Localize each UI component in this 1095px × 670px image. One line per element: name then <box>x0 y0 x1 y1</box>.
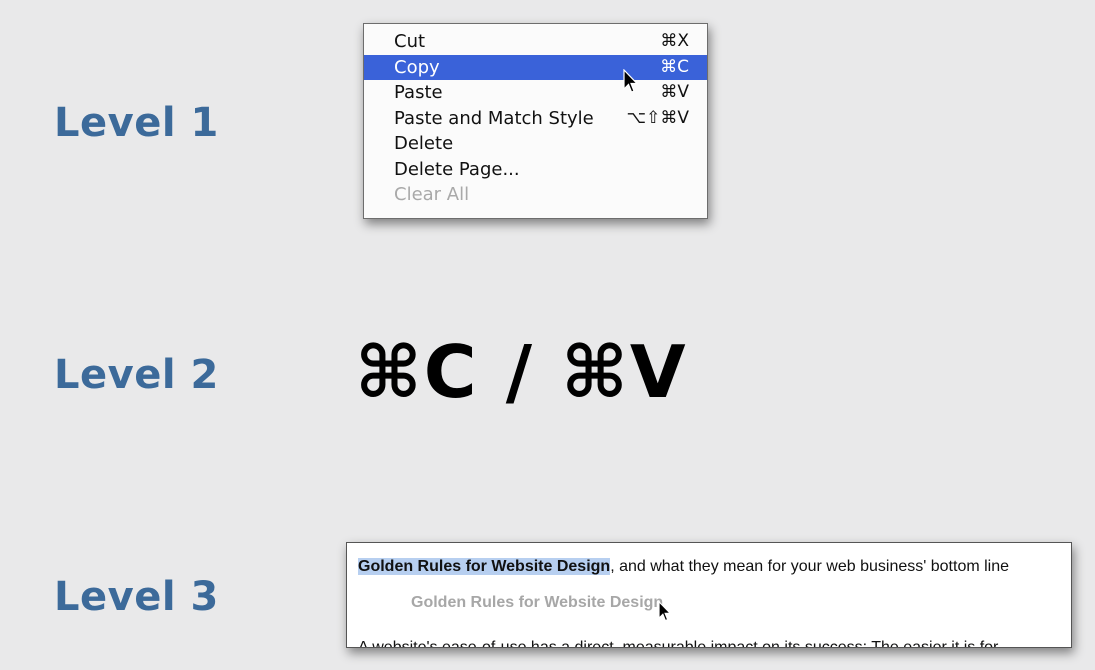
level-1-label: Level 1 <box>54 100 219 146</box>
selected-text[interactable]: Golden Rules for Website Design <box>358 558 611 575</box>
menu-item-label: Delete Page... <box>394 158 520 180</box>
document-editor[interactable]: Golden Rules for Website Design, and wha… <box>346 542 1072 648</box>
heading-rest-text: , and what they mean for your web busine… <box>610 558 1010 575</box>
level-2-label: Level 2 <box>54 352 219 398</box>
document-paragraph: A website's ease-of-use has a direct, me… <box>358 639 999 648</box>
menu-item-shortcut: ⌘V <box>660 82 689 102</box>
menu-item-label: Cut <box>394 31 426 52</box>
menu-item-shortcut: ⌘C <box>660 56 689 77</box>
menu-item-clear-all: Clear All <box>364 182 707 208</box>
menu-item-copy[interactable]: Copy ⌘C <box>364 54 707 80</box>
menu-item-label: Delete <box>394 133 454 154</box>
edit-context-menu: Cut ⌘X Copy ⌘C Paste ⌘V Paste and Match … <box>363 23 708 219</box>
document-heading-line[interactable]: Golden Rules for Website Design, and wha… <box>358 556 1058 578</box>
menu-item-paste[interactable]: Paste ⌘V <box>364 80 707 106</box>
menu-item-delete-page[interactable]: Delete Page... <box>364 157 707 183</box>
menu-item-label: Clear All <box>394 184 470 205</box>
menu-item-label: Paste and Match Style <box>394 107 594 129</box>
menu-item-shortcut: ⌥⇧⌘V <box>626 107 689 128</box>
menu-item-cut[interactable]: Cut ⌘X <box>364 29 707 55</box>
menu-item-delete[interactable]: Delete <box>364 131 707 157</box>
arrow-cursor-icon <box>658 601 672 622</box>
menu-item-shortcut: ⌘X <box>660 31 689 51</box>
arrow-cursor-icon <box>623 69 639 93</box>
drag-ghost-text: Golden Rules for Website Design <box>411 594 664 611</box>
menu-item-label: Paste <box>394 82 443 103</box>
level-3-label: Level 3 <box>54 574 219 620</box>
menu-item-label: Copy <box>394 56 440 78</box>
menu-item-paste-and-match-style[interactable]: Paste and Match Style ⌥⇧⌘V <box>364 106 707 132</box>
copy-paste-shortcut-display: ⌘C / ⌘V <box>355 330 688 414</box>
